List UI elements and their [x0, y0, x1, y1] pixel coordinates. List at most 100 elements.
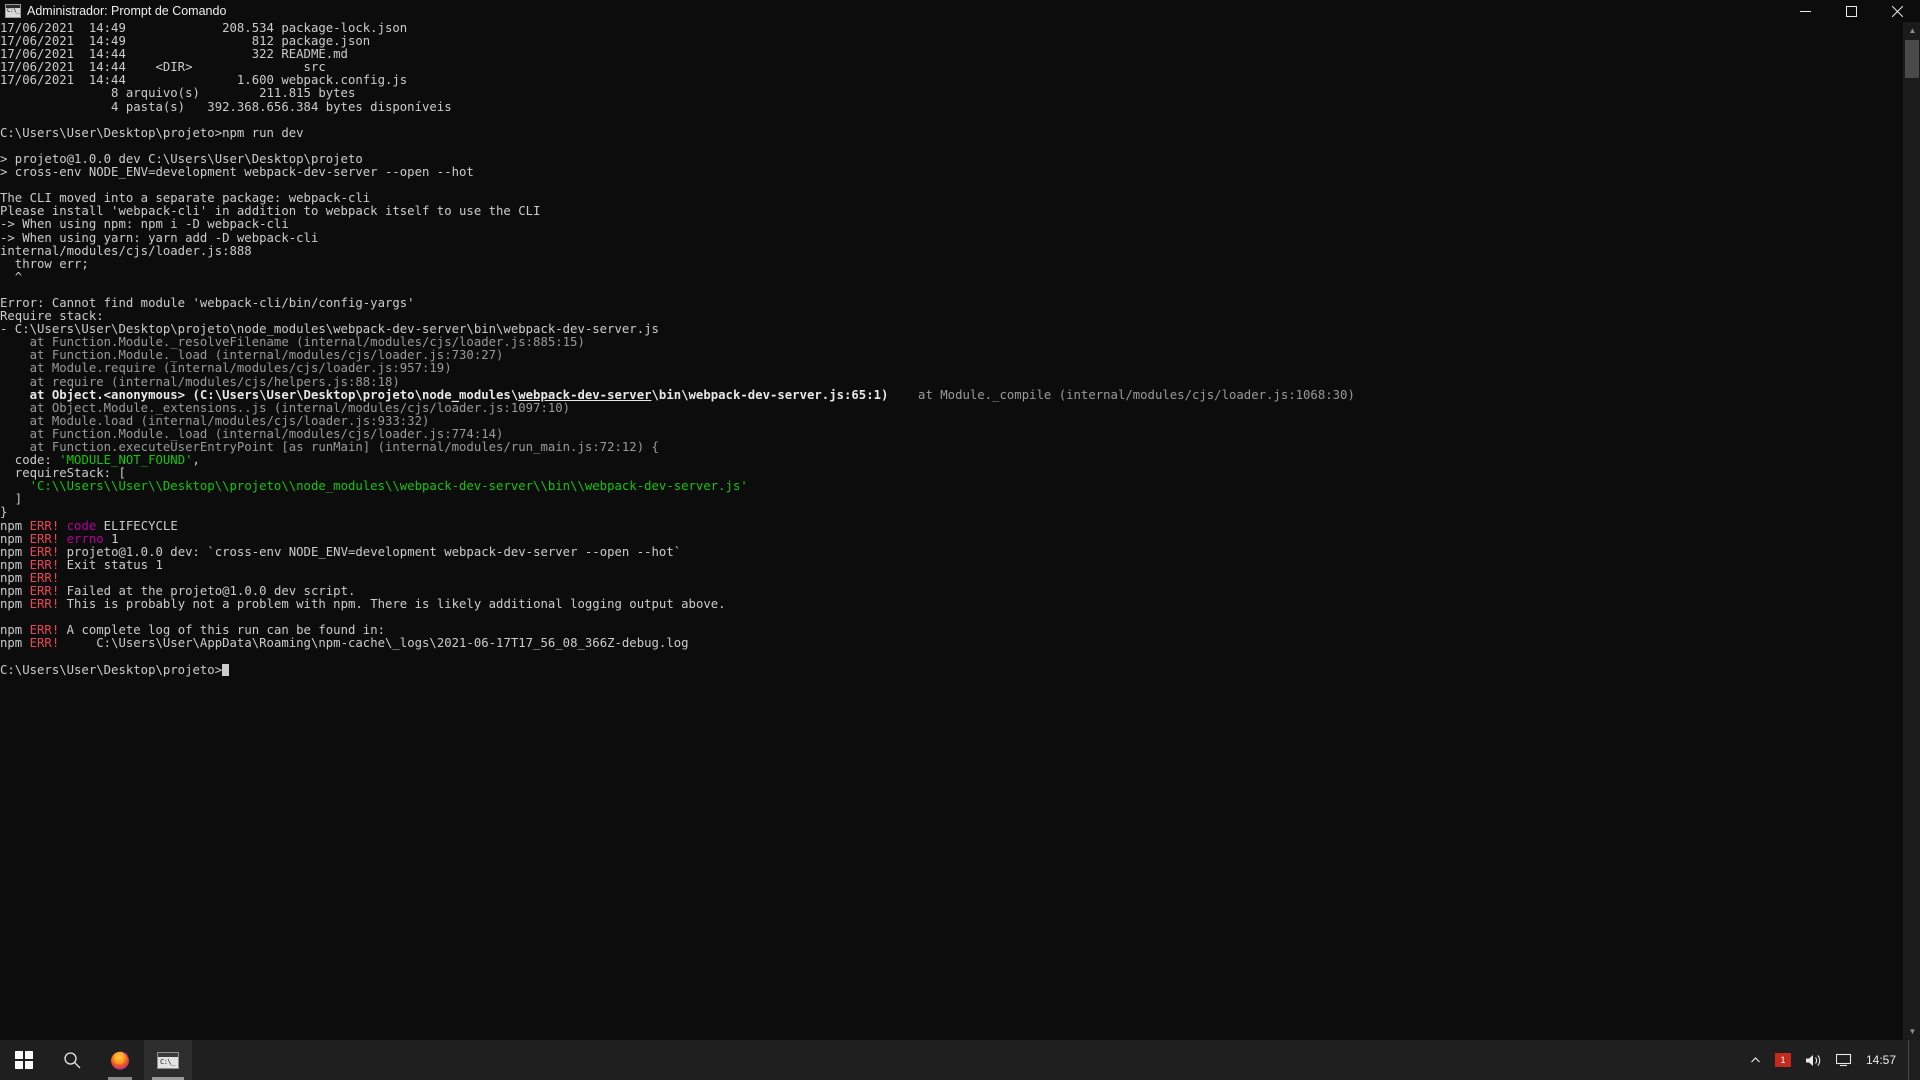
console-text: ERR!: [29, 623, 60, 638]
console-text: at Module.load (internal/modules/cjs/loa…: [0, 413, 430, 428]
taskbar-clock[interactable]: 14:57: [1860, 1040, 1908, 1080]
console-area: 17/06/2021 14:49 208.534 package-lock.js…: [0, 22, 1920, 1040]
console-text: ERR!: [29, 531, 60, 546]
taskbar-item-firefox[interactable]: [96, 1040, 144, 1080]
console-text: at Function.Module._load (internal/modul…: [0, 426, 504, 441]
console-text: code: [66, 518, 97, 533]
console-line: npm ERR! projeto@1.0.0 dev: `cross-env N…: [0, 544, 1903, 559]
speaker-icon: [1805, 1054, 1821, 1066]
console-text: npm: [0, 597, 30, 612]
console-text: at Object.<anonymous> (C:\Users\User\Des…: [0, 387, 519, 402]
close-button[interactable]: [1874, 0, 1920, 22]
firefox-icon: [111, 1051, 129, 1070]
search-icon: [64, 1052, 81, 1069]
console-text: 17/06/2021 14:49 208.534 package-lock.js…: [0, 22, 408, 35]
console-text: C:\Users\User\Desktop\projeto>: [0, 662, 223, 677]
taskbar: 1 14:57: [0, 1040, 1920, 1080]
console-text: 'C:\\Users\\User\\Desktop\\projeto\\node…: [29, 479, 748, 494]
console-line: 'C:\\Users\\User\\Desktop\\projeto\\node…: [0, 480, 1903, 493]
console-line: at Function.executeUserEntryPoint [as ru…: [0, 440, 1903, 454]
console-text: > cross-env NODE_ENV=development webpack…: [0, 165, 474, 180]
scroll-down-arrow[interactable]: ▼: [1904, 1023, 1920, 1040]
console-text: \bin\webpack-dev-server.js:65:1): [651, 387, 889, 402]
console-line: > cross-env NODE_ENV=development webpack…: [0, 165, 1903, 180]
console-text: ERR!: [29, 570, 60, 585]
console-text: 17/06/2021 14:44 322 README.md: [0, 47, 348, 62]
taskbar-empty-area: [192, 1040, 1743, 1080]
console-text: internal/modules/cjs/loader.js:888: [0, 243, 252, 258]
console-text: at Function.Module._resolveFilename (int…: [0, 335, 585, 350]
start-button[interactable]: [0, 1040, 48, 1080]
console-text: - C:\Users\User\Desktop\projeto\node_mod…: [0, 322, 659, 337]
show-desktop-button[interactable]: [1908, 1040, 1916, 1080]
command-prompt-taskbar-icon: [157, 1051, 179, 1069]
desktop: Administrador: Prompt de Comando 17/06/2…: [0, 0, 1920, 1080]
console-text: npm: [0, 636, 30, 651]
command-prompt-icon: [5, 4, 21, 18]
console-text: 17/06/2021 14:44 <DIR> src: [0, 60, 326, 75]
console-text: C:\Users\User\AppData\Roaming\npm-cache\…: [59, 636, 689, 651]
console-text: The CLI moved into a separate package: w…: [0, 191, 371, 206]
console-line: code: 'MODULE_NOT_FOUND',: [0, 454, 1903, 467]
window-title: Administrador: Prompt de Comando: [27, 4, 227, 18]
console-text: at Function.Module._load (internal/modul…: [0, 348, 504, 363]
console-scrollbar[interactable]: ▲ ▼: [1903, 22, 1920, 1040]
console-output[interactable]: 17/06/2021 14:49 208.534 package-lock.js…: [0, 22, 1903, 1040]
console-text: Error: Cannot find module 'webpack-cli/b…: [0, 295, 415, 310]
console-text: -> When using npm: npm i -D webpack-cli: [0, 217, 289, 232]
console-text: ,: [192, 453, 200, 468]
console-text: A complete log of this run can be found …: [59, 623, 385, 638]
console-text: projeto@1.0.0 dev: `cross-env NODE_ENV=d…: [59, 544, 682, 559]
console-text: npm: [0, 557, 30, 572]
console-text: 'MODULE_NOT_FOUND': [59, 453, 193, 468]
console-line: }: [0, 506, 1903, 519]
console-text: Failed at the projeto@1.0.0 dev script.: [59, 584, 356, 599]
console-text: 1: [103, 531, 119, 546]
console-cursor: [222, 663, 230, 676]
minimize-button[interactable]: [1782, 0, 1828, 22]
tray-overflow-button[interactable]: [1743, 1040, 1768, 1080]
console-line: npm ERR! C:\Users\User\AppData\Roaming\n…: [0, 637, 1903, 650]
taskbar-item-command-prompt[interactable]: [144, 1040, 192, 1080]
console-text: ]: [0, 492, 23, 507]
scrollbar-thumb[interactable]: [1905, 40, 1919, 78]
console-text: at Module._compile (internal/modules/cjs…: [888, 387, 1355, 402]
search-button[interactable]: [48, 1040, 96, 1080]
window-titlebar[interactable]: Administrador: Prompt de Comando: [0, 0, 1920, 22]
console-text: at Module.require (internal/modules/cjs/…: [0, 361, 452, 376]
tray-volume-button[interactable]: [1798, 1040, 1829, 1080]
console-line: npm ERR! This is probably not a problem …: [0, 598, 1903, 611]
console-text: Exit status 1: [59, 557, 163, 572]
console-text: 4 pasta(s) 392.368.656.384 bytes disponí…: [0, 99, 452, 114]
console-text: Please install 'webpack-cli' in addition…: [0, 204, 541, 219]
windows-logo-icon: [15, 1051, 33, 1069]
console-text: errno: [66, 531, 104, 546]
console-text: C:\Users\User\Desktop\projeto>npm run de…: [0, 125, 304, 140]
console-text: 17/06/2021 14:44 1.600 webpack.config.js: [0, 73, 408, 88]
console-text: ERR!: [29, 544, 60, 559]
console-line: -> When using yarn: yarn add -D webpack-…: [0, 231, 1903, 245]
console-text: npm: [0, 518, 30, 533]
console-line: ^: [0, 270, 1903, 284]
network-monitor-icon: [1835, 1053, 1852, 1067]
maximize-button[interactable]: [1828, 0, 1874, 22]
console-text: npm: [0, 531, 30, 546]
tray-network-button[interactable]: [1829, 1040, 1860, 1080]
console-line: 4 pasta(s) 392.368.656.384 bytes disponí…: [0, 99, 1903, 114]
console-text: webpack-dev-server: [518, 387, 652, 402]
console-text: requireStack: [: [0, 466, 126, 481]
console-text: ERR!: [29, 557, 60, 572]
console-text: }: [0, 505, 8, 520]
console-line: Error: Cannot find module 'webpack-cli/b…: [0, 295, 1903, 310]
console-text: ELIFECYCLE: [96, 518, 178, 533]
scroll-up-arrow[interactable]: ▲: [1904, 22, 1920, 39]
tray-notification-badge[interactable]: 1: [1768, 1040, 1798, 1080]
console-text: ERR!: [29, 597, 60, 612]
console-text: throw err;: [0, 256, 89, 271]
console-text: at require (internal/modules/cjs/helpers…: [0, 374, 400, 389]
console-text: npm: [0, 544, 30, 559]
console-text: ERR!: [29, 584, 60, 599]
console-text: 8 arquivo(s) 211.815 bytes: [0, 86, 356, 101]
